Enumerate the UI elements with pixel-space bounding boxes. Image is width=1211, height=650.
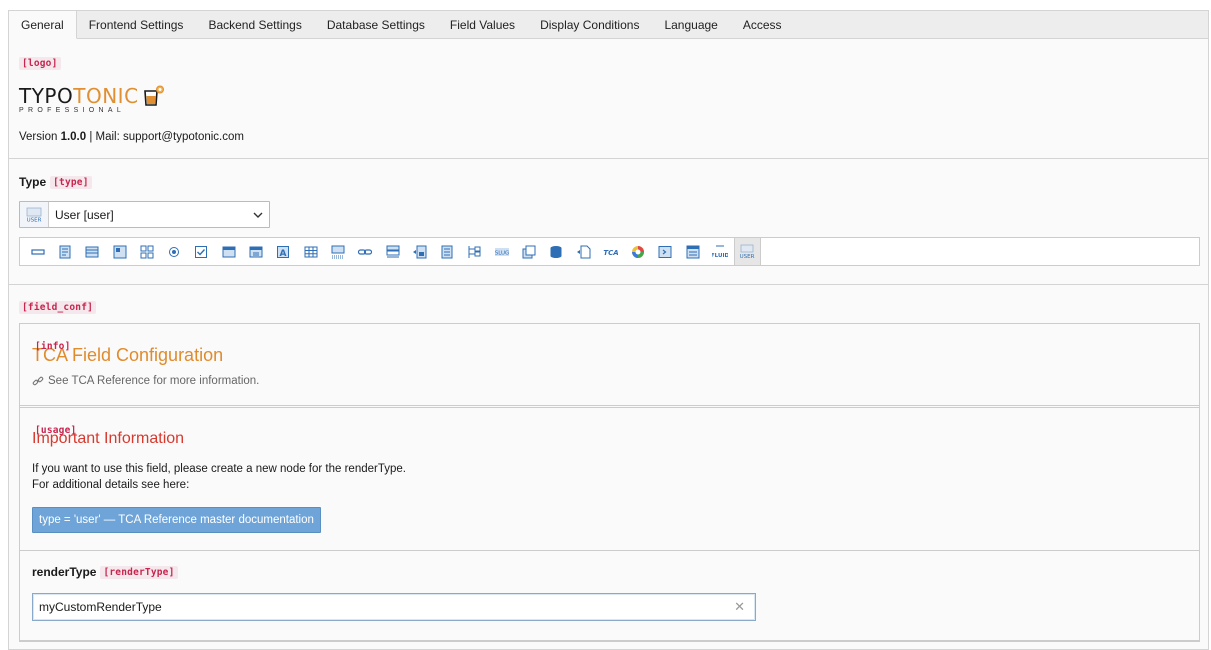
info-block: [info] TCA Field Configuration See TCA R… xyxy=(20,324,1199,406)
svg-text:SLUG: SLUG xyxy=(494,250,509,256)
select-icon[interactable] xyxy=(215,238,242,265)
info-heading: TCA Field Configuration xyxy=(32,345,224,365)
chevron-down-icon xyxy=(247,202,269,227)
usage-block: [usage] Important Information If you wan… xyxy=(20,407,1199,551)
code-icon[interactable] xyxy=(652,238,679,265)
logo-word-tonic: TONIC xyxy=(73,84,139,108)
select-multi-icon[interactable] xyxy=(242,238,269,265)
table-icon[interactable] xyxy=(297,238,324,265)
database-icon[interactable] xyxy=(543,238,570,265)
link-icon xyxy=(32,376,44,386)
tca-documentation-button[interactable]: type = 'user' — TCA Reference master doc… xyxy=(32,507,321,533)
field-conf-panel: [info] TCA Field Configuration See TCA R… xyxy=(19,323,1200,642)
logo-subtitle: PROFESSIONAL xyxy=(19,107,126,114)
tab-backend-settings[interactable]: Backend Settings xyxy=(196,11,314,38)
logo-tag: [logo] xyxy=(19,57,61,70)
fluid-icon[interactable]: FLUID xyxy=(706,238,733,265)
user-type-icon: USER xyxy=(20,202,49,227)
input-icon[interactable] xyxy=(24,238,51,265)
info-tag: [info] xyxy=(35,341,71,352)
render-type-tag: [renderType] xyxy=(100,565,178,579)
type-section: Type [type] USER User [user] A SLUG TCA FLU… xyxy=(9,159,1208,285)
clear-icon[interactable]: ✕ xyxy=(734,599,745,615)
render-type-input[interactable]: myCustomRenderType ✕ xyxy=(32,593,756,621)
tab-database-settings[interactable]: Database Settings xyxy=(315,11,438,38)
usage-text-1: If you want to use this field, please cr… xyxy=(32,463,406,475)
flexform-icon[interactable] xyxy=(461,238,488,265)
svg-text:USER: USER xyxy=(740,254,755,260)
svg-text:A: A xyxy=(280,249,287,259)
text-a-icon[interactable]: A xyxy=(270,238,297,265)
mail-text: | Mail: support@typotonic.com xyxy=(89,131,244,143)
file-list-icon[interactable] xyxy=(433,238,460,265)
version-number: 1.0.0 xyxy=(60,131,87,143)
field-conf-tag: [field_conf] xyxy=(19,301,97,314)
svg-text:USER: USER xyxy=(27,217,42,223)
folder-icon[interactable] xyxy=(515,238,542,265)
svg-text:TCA: TCA xyxy=(603,249,618,257)
tab-frontend-settings[interactable]: Frontend Settings xyxy=(77,11,197,38)
usage-text-2: For additional details see here: xyxy=(32,479,190,491)
type-icon-bar: A SLUG TCA FLUID USER xyxy=(19,237,1200,266)
file-icon[interactable] xyxy=(406,238,433,265)
text-icon[interactable] xyxy=(51,238,78,265)
checkbox-icon[interactable] xyxy=(188,238,215,265)
inline-icon[interactable] xyxy=(379,238,406,265)
cup-icon xyxy=(143,85,164,106)
field-conf-section: [field_conf] [info] TCA Field Configurat… xyxy=(9,285,1208,642)
link-icon[interactable] xyxy=(352,238,379,265)
general-section: [logo] TYPOTONIC PROFESSIONAL Version 1.… xyxy=(9,39,1208,159)
rte-icon[interactable] xyxy=(106,238,133,265)
logo-word-typo: TYPO xyxy=(19,84,74,108)
render-type-label: renderType xyxy=(32,565,97,579)
tab-general[interactable]: General xyxy=(9,11,77,39)
usage-tag: [usage] xyxy=(35,425,77,436)
form-icon[interactable] xyxy=(679,238,706,265)
group-icon[interactable] xyxy=(133,238,160,265)
typotonic-logo: TYPOTONIC PROFESSIONAL xyxy=(19,85,1198,115)
imgmanip-icon[interactable] xyxy=(324,238,351,265)
type-tag: [type] xyxy=(50,175,92,189)
tca-reference-link[interactable]: See TCA Reference for more information. xyxy=(32,375,1187,387)
color-icon[interactable] xyxy=(625,238,652,265)
tab-display-conditions[interactable]: Display Conditions xyxy=(528,11,652,38)
tab-bar: General Frontend Settings Backend Settin… xyxy=(9,11,1208,39)
usage-heading: Important Information xyxy=(32,430,185,447)
form-container: General Frontend Settings Backend Settin… xyxy=(8,10,1209,650)
radio-icon[interactable] xyxy=(160,238,187,265)
type-select-value: User [user] xyxy=(55,207,114,222)
user-icon[interactable]: USER xyxy=(733,238,762,265)
tab-field-values[interactable]: Field Values xyxy=(438,11,528,38)
tca-icon[interactable]: TCA xyxy=(597,238,624,265)
textarea-icon[interactable] xyxy=(79,238,106,265)
slug-icon[interactable]: SLUG xyxy=(488,238,515,265)
tab-access[interactable]: Access xyxy=(731,11,795,38)
version-line: Version 1.0.0 | Mail: support@typotonic.… xyxy=(19,131,244,143)
type-select[interactable]: USER User [user] xyxy=(19,201,270,228)
tab-language[interactable]: Language xyxy=(652,11,730,38)
import-icon[interactable] xyxy=(570,238,597,265)
type-label: Type xyxy=(19,175,47,189)
svg-text:FLUID: FLUID xyxy=(712,253,728,259)
render-type-block: renderType [renderType] myCustomRenderTy… xyxy=(20,551,1199,641)
